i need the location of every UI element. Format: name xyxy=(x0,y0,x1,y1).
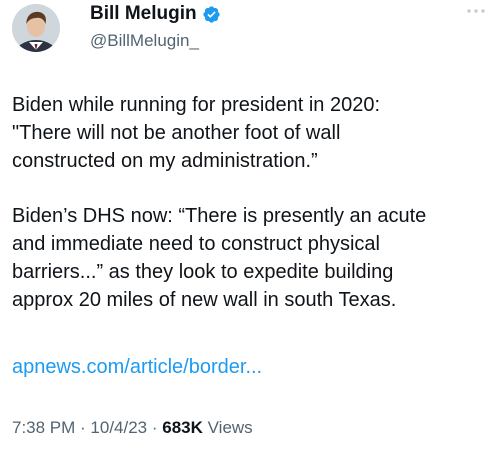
tweet-meta: 7:38 PM · 10/4/23 · 683K Views xyxy=(12,418,253,438)
tweet-header: Bill Melugin @BillMelugin_ xyxy=(12,0,488,60)
meta-separator: · xyxy=(75,418,91,437)
views-label: Views xyxy=(202,418,253,437)
verified-badge-icon xyxy=(202,5,220,23)
tweet-paragraph-1: Biden while running for president in 202… xyxy=(12,94,381,172)
meta-separator: · xyxy=(147,418,163,437)
tweet-paragraph-2: Biden’s DHS now: “There is presently an … xyxy=(12,205,427,311)
tweet-date[interactable]: 10/4/23 xyxy=(90,418,147,437)
author-display-name[interactable]: Bill Melugin xyxy=(90,3,197,25)
views-count: 683K xyxy=(162,418,203,437)
author-name-row: Bill Melugin xyxy=(90,3,221,25)
author-handle[interactable]: @BillMelugin_ xyxy=(90,31,199,51)
tweet-time[interactable]: 7:38 PM xyxy=(12,418,75,437)
avatar[interactable] xyxy=(12,4,60,52)
profile-photo-icon xyxy=(12,4,60,52)
more-options-icon[interactable] xyxy=(464,3,488,19)
tweet-text: Biden while running for president in 202… xyxy=(12,91,488,314)
article-link[interactable]: apnews.com/article/border... xyxy=(12,356,262,379)
